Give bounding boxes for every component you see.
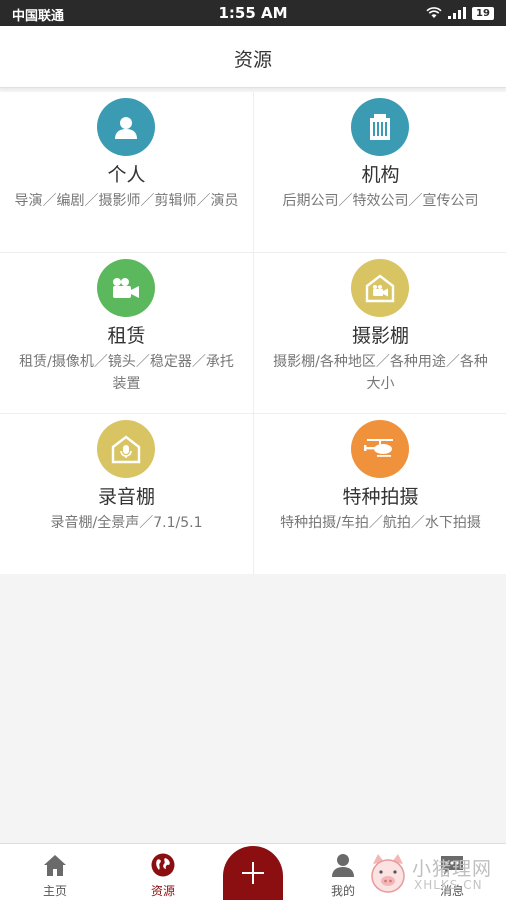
studio-camera-icon — [351, 259, 409, 317]
category-title: 录音棚 — [97, 486, 155, 508]
category-title: 机构 — [361, 164, 400, 186]
category-title: 租赁 — [107, 325, 146, 347]
watermark-url: XHLKS.CN — [414, 878, 483, 892]
category-desc: 录音棚/全景声／7.1/5.1 — [50, 515, 203, 531]
tab-resources[interactable]: 资源 — [123, 844, 203, 900]
wifi-icon — [426, 7, 442, 18]
user-icon — [332, 854, 354, 877]
category-photo-studio[interactable]: 摄影棚 摄影棚/各种地区／各种用途／各种大小 — [253, 253, 506, 413]
signal-icon — [448, 7, 466, 19]
category-desc: 租赁/摄像机／镜头／稳定器／承托装置 — [19, 354, 234, 392]
globe-icon — [151, 853, 175, 877]
grid-row: 租赁 租赁/摄像机／镜头／稳定器／承托装置 摄影棚 摄影棚/各种地区／各种用途／… — [0, 253, 506, 414]
home-icon — [44, 855, 66, 876]
tab-label: 主页 — [42, 884, 67, 898]
category-title: 摄影棚 — [351, 325, 409, 347]
camera-icon — [97, 259, 155, 317]
watermark: 小猪理网 XHLKS.CN — [368, 852, 504, 898]
grid-row: 个人 导演／编剧／摄影师／剪辑师／演员 机构 后期公司／特效公司／宣传公司 — [0, 92, 506, 253]
category-desc: 导演／编剧／摄影师／剪辑师／演员 — [14, 193, 239, 209]
status-bar: 中国联通 1:55 AM 19 — [0, 0, 506, 26]
studio-mic-icon — [97, 420, 155, 478]
grid-row: 录音棚 录音棚/全景声／7.1/5.1 特种拍摄 特种拍摄/车拍／航拍／水下拍摄 — [0, 414, 506, 574]
pig-logo-icon — [371, 854, 405, 893]
plus-icon — [242, 862, 264, 884]
tab-home[interactable]: 主页 — [15, 844, 95, 900]
category-grid: 个人 导演／编剧／摄影师／剪辑师／演员 机构 后期公司／特效公司／宣传公司 租赁… — [0, 92, 506, 574]
category-title: 特种拍摄 — [342, 486, 419, 508]
category-rental[interactable]: 租赁 租赁/摄像机／镜头／稳定器／承托装置 — [0, 253, 253, 413]
category-special-shooting[interactable]: 特种拍摄 特种拍摄/车拍／航拍／水下拍摄 — [253, 414, 506, 574]
category-desc: 后期公司／特效公司／宣传公司 — [282, 193, 479, 209]
category-desc: 摄影棚/各种地区／各种用途／各种大小 — [273, 354, 488, 392]
page-title: 资源 — [233, 49, 272, 71]
helicopter-icon — [351, 420, 409, 478]
category-person[interactable]: 个人 导演／编剧／摄影师／剪辑师／演员 — [0, 92, 253, 252]
person-icon — [97, 98, 155, 156]
watermark-text: 小猪理网 — [412, 858, 493, 880]
title-bar: 资源 — [0, 26, 506, 88]
building-icon — [351, 98, 409, 156]
battery-indicator: 19 — [472, 6, 494, 20]
category-recording-studio[interactable]: 录音棚 录音棚/全景声／7.1/5.1 — [0, 414, 253, 574]
category-desc: 特种拍摄/车拍／航拍／水下拍摄 — [280, 515, 481, 531]
add-button[interactable] — [223, 846, 283, 900]
tab-label: 资源 — [150, 884, 175, 898]
category-organization[interactable]: 机构 后期公司／特效公司／宣传公司 — [253, 92, 506, 252]
category-title: 个人 — [107, 164, 146, 186]
